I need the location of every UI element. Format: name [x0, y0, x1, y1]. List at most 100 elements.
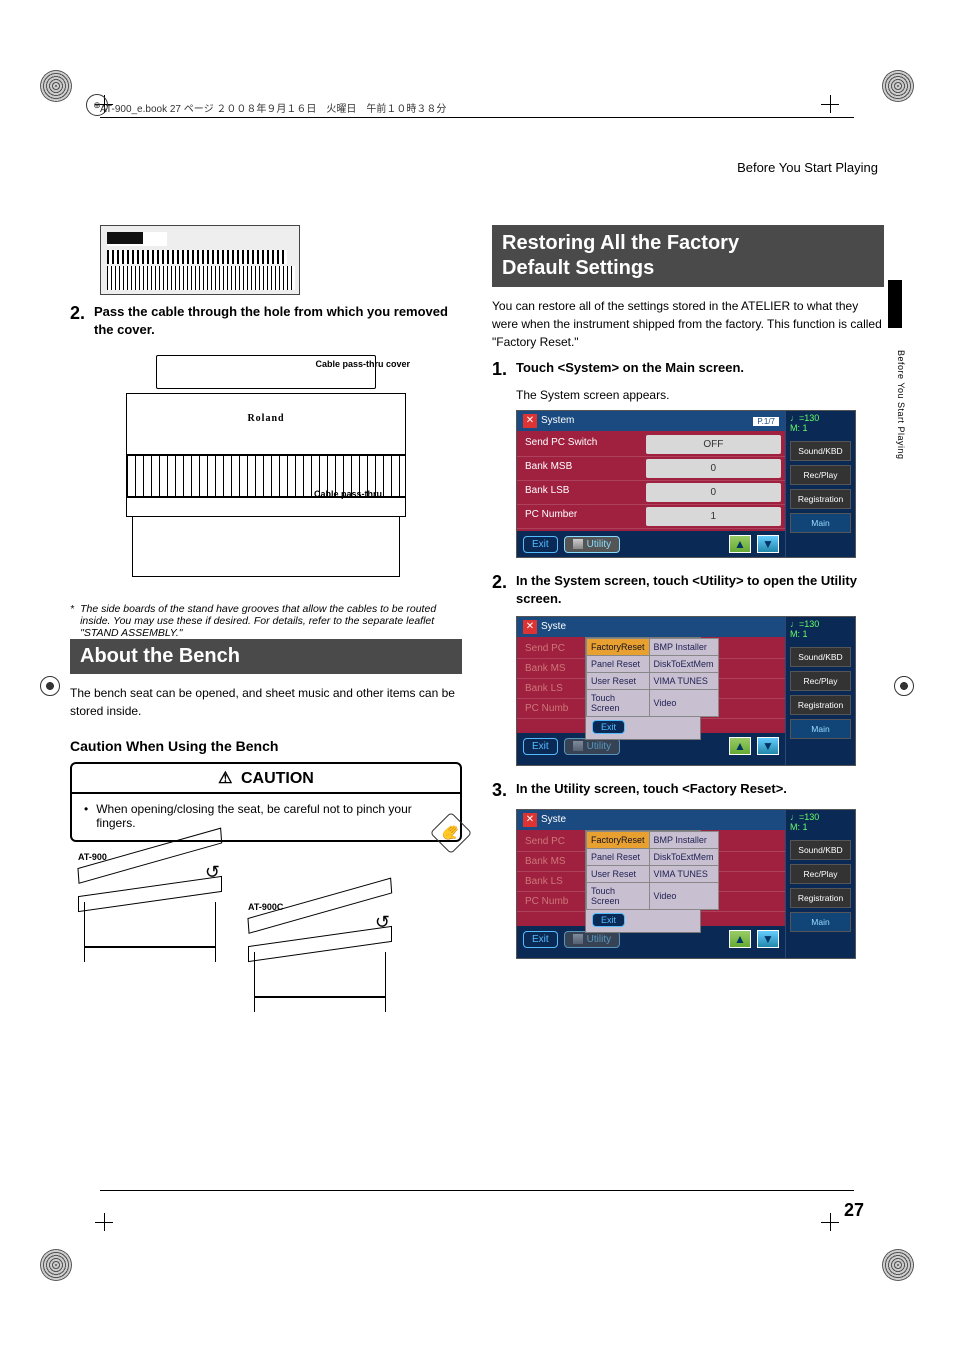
caution-title: CAUTION [241, 770, 314, 787]
caution-text: When opening/closing the seat, be carefu… [96, 802, 448, 830]
popup-item: VIMA TUNES [649, 866, 718, 883]
close-icon: ✕ [523, 414, 537, 428]
popup-exit-button: Exit [592, 720, 625, 734]
thumb-tab [888, 280, 902, 328]
down-arrow-icon: ▼ [757, 535, 779, 553]
step-subtext: The System screen appears. [516, 388, 884, 402]
popup-item: FactoryReset [587, 832, 650, 849]
register-mark-icon [95, 1213, 113, 1231]
up-arrow-icon: ▲ [729, 930, 751, 948]
popup-item: BMP Installer [649, 832, 718, 849]
bullet: • [84, 802, 88, 816]
exit-button: Exit [523, 931, 558, 948]
piano-diagram: Cable pass-thru cover Roland Cable pass-… [116, 347, 416, 597]
screenshot-utility-1: ✕Syste Send PCBank MSBank LSPC Numb Exit… [516, 616, 856, 766]
popup-item: Touch Screen [587, 690, 650, 717]
bench-subheading: Caution When Using the Bench [70, 738, 462, 754]
bench-illustrations: AT-900 ↺ AT-900C ↺ [70, 852, 462, 1026]
asterisk: * [70, 603, 74, 639]
param-value: 0 [646, 459, 781, 478]
utility-popup: FactoryResetBMP InstallerPanel ResetDisk… [585, 637, 701, 740]
popup-item: Panel Reset [587, 849, 650, 866]
utility-button: Utility [564, 738, 620, 755]
warning-icon: ⚠ [218, 768, 232, 788]
popup-item: BMP Installer [649, 639, 718, 656]
register-mark-icon [821, 1213, 839, 1231]
param-label: Send PC Switch [517, 433, 646, 456]
step-number: 2. [492, 572, 516, 608]
keyboard-diagram [100, 225, 300, 295]
pager-label: P.1/7 [753, 417, 779, 426]
popup-item: Video [649, 883, 718, 910]
exit-button: Exit [523, 536, 558, 553]
side-main: Main [790, 513, 851, 533]
page-number: 27 [844, 1200, 864, 1221]
register-mark-icon [40, 676, 60, 696]
section-heading-bench: About the Bench [70, 639, 462, 674]
popup-item: FactoryReset [587, 639, 650, 656]
measure-label: M: 1 [790, 424, 851, 434]
side-rec: Rec/Play [790, 465, 851, 485]
register-target-icon: ⊕ [86, 94, 108, 116]
popup-item: VIMA TUNES [649, 673, 718, 690]
step-text: In the System screen, touch <Utility> to… [516, 572, 884, 608]
popup-item: Touch Screen [587, 883, 650, 910]
param-value: 0 [646, 483, 781, 502]
popup-item: User Reset [587, 866, 650, 883]
side-section-label: Before You Start Playing [896, 350, 906, 460]
callout-label: Cable pass-thru cover [315, 359, 410, 369]
restore-title-l1: Restoring All the Factory [502, 232, 739, 254]
utility-popup: FactoryResetBMP InstallerPanel ResetDisk… [585, 830, 701, 933]
down-arrow-icon: ▼ [757, 930, 779, 948]
popup-item: User Reset [587, 673, 650, 690]
exit-button: Exit [523, 738, 558, 755]
popup-item: DiskToExtMem [649, 849, 718, 866]
breadcrumb: Before You Start Playing [70, 160, 884, 175]
running-header: ⊕ AT-900_e.book 27 ページ ２００８年９月１６日 火曜日 午前… [100, 100, 854, 118]
down-arrow-icon: ▼ [757, 737, 779, 755]
popup-item: Panel Reset [587, 656, 650, 673]
caution-box: ⚠ CAUTION • When opening/closing the sea… [70, 762, 462, 842]
side-reg: Registration [790, 489, 851, 509]
step-number: 2. [70, 303, 94, 339]
bench-art-b: ↺ [240, 916, 400, 1026]
crop-ornament [40, 1249, 72, 1281]
popup-exit-button: Exit [592, 913, 625, 927]
up-arrow-icon: ▲ [729, 535, 751, 553]
popup-item: DiskToExtMem [649, 656, 718, 673]
crop-ornament [882, 1249, 914, 1281]
footnote-text: The side boards of the stand have groove… [80, 603, 462, 639]
register-mark-icon [894, 676, 914, 696]
side-sound: Sound/KBD [790, 441, 851, 461]
brand-label: Roland [247, 413, 284, 424]
screen-title: System [541, 415, 574, 426]
step-text: Touch <System> on the Main screen. [516, 359, 744, 380]
screen-title-short: Syste [541, 621, 566, 632]
popup-item: Video [649, 690, 718, 717]
up-arrow-icon: ▲ [729, 737, 751, 755]
footer-rule [100, 1190, 854, 1191]
param-label: Bank LSB [517, 481, 646, 504]
bench-art-a: ↺ [70, 866, 230, 976]
section-heading-restore: Restoring All the Factory Default Settin… [492, 225, 884, 287]
param-value: 1 [646, 507, 781, 526]
screenshot-utility-2: ✕Syste Send PCBank MSBank LSPC Numb Exit… [516, 809, 856, 959]
restore-title-l2: Default Settings [502, 257, 654, 279]
close-icon: ✕ [523, 813, 537, 827]
step-text: In the Utility screen, touch <Factory Re… [516, 780, 787, 801]
param-value: OFF [646, 435, 781, 454]
bench-intro: The bench seat can be opened, and sheet … [70, 684, 462, 720]
crop-ornament [40, 70, 72, 102]
restore-intro: You can restore all of the settings stor… [492, 297, 884, 351]
step-text: Pass the cable through the hole from whi… [94, 303, 462, 339]
header-text: AT-900_e.book 27 ページ ２００８年９月１６日 火曜日 午前１０… [100, 104, 446, 115]
screenshot-system: ✕ System P.1/7 Send PC SwitchOFFBank MSB0… [516, 410, 856, 558]
step-number: 3. [492, 780, 516, 801]
param-label: Bank MSB [517, 457, 646, 480]
param-label: PC Number [517, 505, 646, 528]
step-number: 1. [492, 359, 516, 380]
footnote: * The side boards of the stand have groo… [70, 603, 462, 639]
utility-button: Utility [564, 931, 620, 948]
close-icon: ✕ [523, 620, 537, 634]
crop-ornament [882, 70, 914, 102]
